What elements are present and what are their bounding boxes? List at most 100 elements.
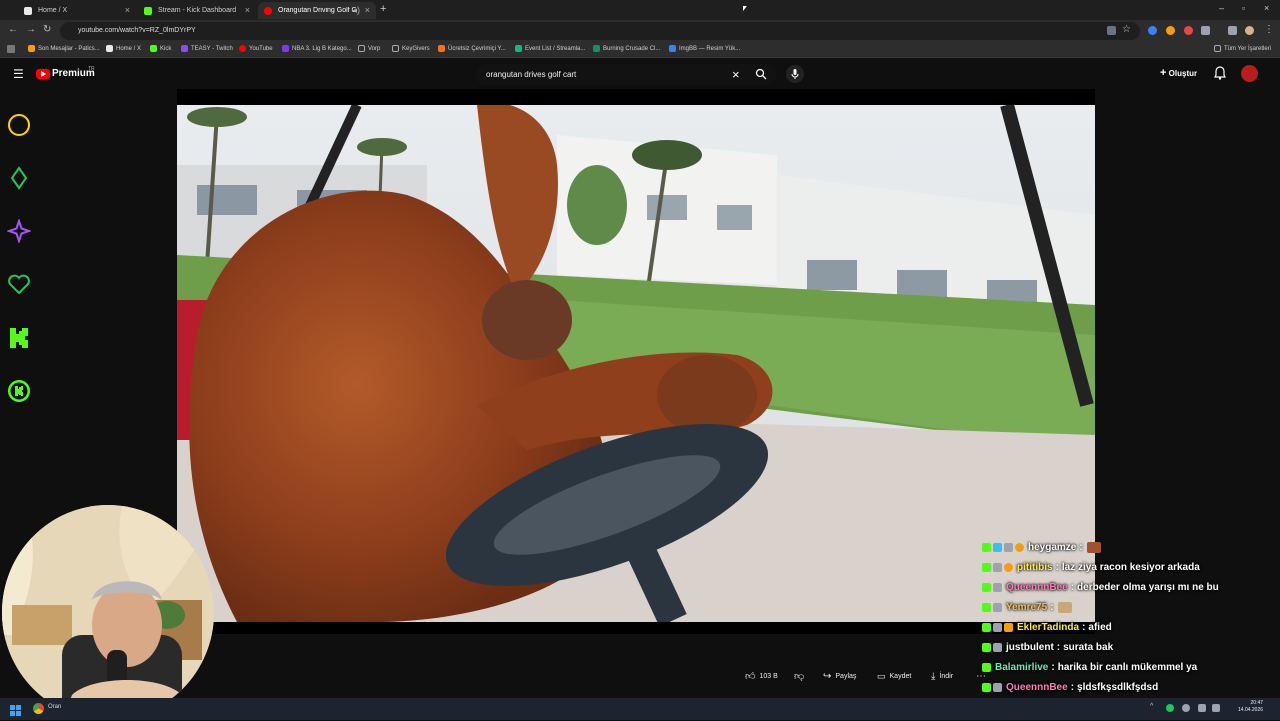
youtube-logo-icon[interactable] [36, 69, 50, 79]
bookmark-item[interactable]: NBA 3. Lig B Katego... [282, 45, 352, 52]
extensions-puzzle-icon[interactable] [1201, 26, 1210, 35]
video-player[interactable] [177, 89, 1095, 634]
bookmark-item[interactable]: Ücretsiz Çevrimiçi Y... [438, 45, 506, 52]
bookmark-folder[interactable]: Vorp [358, 45, 380, 52]
url-input[interactable]: youtube.com/watch?v=RZ_0lmDYrPY [60, 22, 1140, 40]
tray-app-icon[interactable] [1166, 704, 1174, 712]
profile-avatar[interactable] [1245, 26, 1254, 35]
diamond-icon [7, 166, 31, 190]
chat-message: pititibis: laz ziya racon kesiyor arkada [982, 558, 1200, 576]
emote-icon [1086, 541, 1101, 553]
extension-icon[interactable] [1184, 26, 1193, 35]
bookmark-item[interactable]: Event List / Streamla... [515, 45, 585, 52]
windows-start-icon[interactable] [10, 703, 21, 716]
download-icon: ⤓ [931, 670, 936, 682]
tool-badge-icon [1004, 542, 1013, 552]
chat-message: EklerTadinda: afied [982, 618, 1112, 636]
chat-username[interactable]: justbulent [1006, 642, 1054, 653]
chat-username[interactable]: EklerTadinda [1017, 622, 1079, 633]
chrome-icon[interactable] [33, 703, 44, 714]
bookmark-item[interactable]: YouTube [239, 45, 273, 52]
search-input[interactable]: orangutan drives golf cart × [476, 64, 776, 86]
download-button[interactable]: ⤓ İndir [931, 668, 953, 684]
menu-dots-icon[interactable]: ⋮ [1264, 24, 1274, 35]
bookmark-favicon-icon [593, 45, 600, 52]
kick-circle-icon [7, 379, 31, 403]
taskbar-app-label[interactable]: Oran [48, 704, 61, 710]
clear-search-icon[interactable]: × [732, 67, 740, 82]
all-bookmarks-button[interactable]: Tüm Yer İşaretleri [1214, 45, 1271, 52]
save-button[interactable]: ▭ Kaydet [877, 668, 911, 684]
bookmark-item[interactable]: TEASY - Twitch [181, 45, 233, 52]
new-tab-button[interactable]: + [380, 3, 386, 15]
bookmark-item[interactable]: Burning Crusade Cl... [593, 45, 660, 52]
install-icon[interactable] [1107, 26, 1116, 35]
chat-username[interactable]: Balamirlive [995, 662, 1048, 673]
volume-icon[interactable] [1212, 704, 1220, 712]
share-button[interactable]: ↪ Paylaş [823, 668, 856, 684]
kick-badge-icon [982, 642, 991, 652]
chat-username[interactable]: Yemre75 [1006, 602, 1047, 613]
tray-app-icon[interactable] [1182, 704, 1190, 712]
bookmark-item[interactable]: ImgBB — Resim Yük... [669, 45, 740, 52]
create-button[interactable]: + Oluştur [1160, 67, 1197, 79]
restore-icon[interactable]: ▫ [1242, 3, 1245, 13]
close-icon[interactable]: × [365, 5, 370, 15]
chat-username[interactable]: QueennnBee [1006, 682, 1068, 693]
star-icon [5, 217, 33, 245]
chat-username[interactable]: pititibis [1017, 562, 1053, 573]
url-text: youtube.com/watch?v=RZ_0lmDYrPY [78, 27, 196, 34]
tool-badge-icon [993, 642, 1002, 652]
tab-youtube-video[interactable]: Orangutan Driving Golf Cart ◂) × [258, 2, 376, 19]
tray-chevron-icon[interactable]: ^ [1150, 703, 1153, 710]
clock-date: 14.04.2026 [1238, 707, 1264, 713]
address-bar-row: ← → ↻ youtube.com/watch?v=RZ_0lmDYrPY ☆ … [0, 20, 1280, 42]
tab-kick-dashboard[interactable]: Stream - Kick Dashboard × [138, 2, 256, 19]
like-button[interactable]: 👍︎ 103 B [745, 668, 778, 684]
forward-icon[interactable]: → [26, 24, 36, 35]
bookmark-star-icon[interactable]: ☆ [1122, 24, 1131, 35]
video-frame[interactable] [177, 105, 1095, 622]
bookmark-favicon-icon [282, 45, 289, 52]
search-icon[interactable] [755, 67, 767, 80]
back-icon[interactable]: ← [8, 24, 18, 35]
bookmark-item[interactable]: Home / X [106, 45, 141, 52]
kick-badge-icon [982, 562, 991, 572]
dislike-button[interactable]: 👎︎ [794, 668, 804, 684]
twitch-logo-icon [181, 45, 188, 52]
close-window-icon[interactable]: × [1264, 3, 1269, 13]
close-icon[interactable]: × [125, 5, 130, 15]
extension-icon[interactable] [1148, 26, 1157, 35]
kick-logo-icon [144, 6, 152, 15]
sidebar-icon[interactable] [1228, 26, 1237, 35]
hamburger-menu-icon[interactable]: ☰ [13, 67, 24, 81]
thumbs-up-icon: 👍︎ [745, 671, 756, 682]
chat-text: surata bak [1063, 641, 1114, 653]
avatar[interactable] [1241, 65, 1258, 82]
minimize-icon[interactable]: – [1219, 3, 1224, 13]
bookmark-item[interactable]: Kick [150, 45, 171, 52]
chat-username[interactable]: QueennnBee [1006, 582, 1068, 593]
chat-username[interactable]: heygamze [1028, 542, 1076, 553]
kick-logo-icon [150, 45, 157, 52]
close-icon[interactable]: × [245, 5, 250, 15]
folder-icon [358, 45, 365, 52]
x-logo-icon [24, 6, 32, 15]
kick-badge-icon [982, 542, 991, 552]
region-label: TR [88, 66, 95, 72]
tab-label: Stream - Kick Dashboard [158, 7, 237, 14]
reload-icon[interactable]: ↻ [43, 24, 51, 35]
kick-badge-icon [982, 582, 991, 592]
voice-search-icon[interactable] [786, 65, 804, 83]
notifications-bell-icon[interactable] [1214, 66, 1226, 80]
clock-time: 20:47 [1250, 700, 1264, 706]
kick-badge-icon [982, 682, 991, 692]
apps-icon[interactable] [7, 45, 15, 53]
extension-icon[interactable] [1166, 26, 1175, 35]
bookmark-folder[interactable]: KeyGivers [392, 45, 430, 52]
network-icon[interactable] [1198, 704, 1206, 712]
tab-home-x[interactable]: Home / X × [18, 2, 136, 19]
clock[interactable]: 20:47 14.04.2026 [1238, 700, 1263, 714]
audio-icon[interactable]: ◂) [352, 5, 360, 16]
bookmark-item[interactable]: Son Mesajlar - Patics... [28, 45, 100, 52]
